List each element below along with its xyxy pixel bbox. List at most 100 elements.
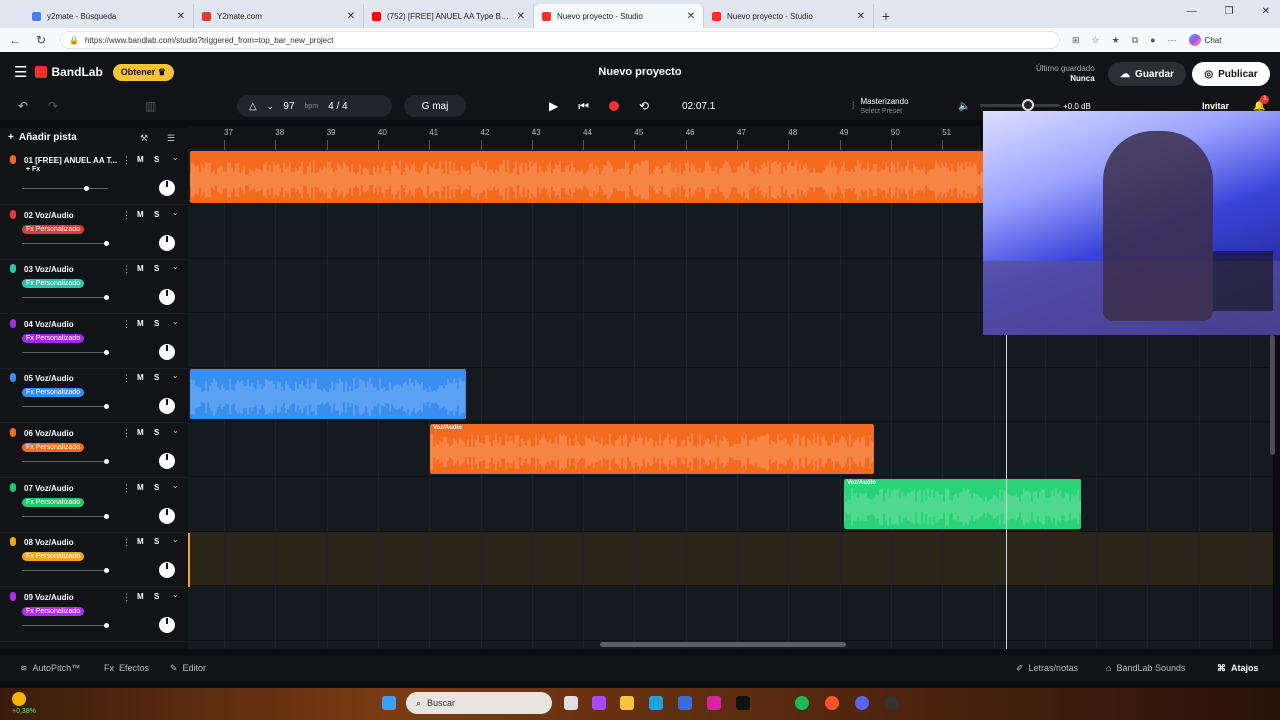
track-volume-slider[interactable]	[22, 513, 109, 519]
pan-knob[interactable]	[159, 616, 175, 633]
add-track-button[interactable]: + Añadir pista	[8, 132, 77, 143]
metronome-icon[interactable]: △	[249, 101, 257, 112]
autopitch-button[interactable]: ≋ AutoPitch™	[20, 663, 80, 674]
track-volume-slider[interactable]	[22, 568, 109, 574]
slider-knob[interactable]	[104, 295, 109, 301]
task-view-icon[interactable]	[564, 696, 578, 710]
chat-button[interactable]: Chat	[1188, 34, 1221, 46]
mute-button[interactable]: M	[137, 319, 144, 328]
browser-tab[interactable]: (752) [FREE] ANUEL AA Type Beat ✕	[364, 4, 534, 28]
slider-knob[interactable]	[104, 622, 109, 628]
track-header[interactable]: 03 Voz/Audio ⋮ M S ⌄ Fx Personalizado	[0, 260, 188, 315]
chevron-down-icon[interactable]: ⌄	[172, 426, 179, 435]
mute-button[interactable]: M	[137, 537, 144, 546]
back-icon[interactable]: ←	[8, 33, 22, 47]
track-header[interactable]: 07 Voz/Audio ⋮ M S ⌄ Fx Personalizado	[0, 479, 188, 533]
track-fx-badge[interactable]: Fx Personalizado	[22, 606, 85, 616]
chevron-down-icon[interactable]: ⌄	[172, 535, 179, 544]
copilot-taskbar-icon[interactable]	[592, 696, 606, 710]
solo-button[interactable]: S	[154, 537, 159, 546]
file-explorer-icon[interactable]	[620, 696, 634, 710]
timeline-ruler[interactable]: 37 38 39 40 41 42 43 44 45 46 47 48 49 50 51	[188, 126, 980, 150]
chevron-down-icon[interactable]: ⌄	[172, 371, 179, 380]
track-header[interactable]: 02 Voz/Audio ⋮ M S ⌄ Fx Personalizado	[0, 206, 188, 260]
solo-button[interactable]: S	[154, 592, 159, 601]
pan-knob[interactable]	[159, 453, 175, 469]
profile-icon[interactable]: ●	[1150, 35, 1155, 45]
record-button[interactable]	[609, 101, 620, 111]
mute-button[interactable]: M	[137, 373, 144, 382]
track-header[interactable]: 05 Voz/Audio ⋮ M S ⌄ Fx Personalizado	[0, 369, 188, 424]
filter-icon[interactable]: ☰	[167, 133, 175, 144]
mastering-selector[interactable]: ⫶ Masterizando Select Preset	[852, 97, 909, 116]
more-options-icon[interactable]: ⋮	[122, 373, 131, 384]
spotify-icon[interactable]	[795, 696, 809, 710]
track-lane[interactable]	[188, 532, 1273, 587]
bpm-value[interactable]: 97	[283, 101, 294, 112]
pan-knob[interactable]	[159, 507, 175, 524]
audio-clip[interactable]: Voz/Audio	[430, 424, 874, 474]
pan-knob[interactable]	[159, 343, 175, 360]
microphone-icon[interactable]	[10, 428, 16, 437]
track-name[interactable]: 06 Voz/Audio	[24, 429, 120, 438]
track-fx-badge[interactable]: Fx Personalizado	[22, 333, 85, 343]
undo-icon[interactable]: ↶	[18, 99, 28, 113]
pan-knob[interactable]	[159, 180, 175, 196]
obtener-button[interactable]: Obtener ♛	[112, 63, 174, 81]
atajos-button[interactable]: ⌘ Atajos	[1217, 663, 1259, 674]
star-icon[interactable]: ☆	[1092, 35, 1100, 46]
mute-button[interactable]: M	[137, 155, 144, 164]
app-icon[interactable]: ⊞	[1072, 35, 1080, 46]
solo-button[interactable]: S	[154, 483, 159, 492]
mute-button[interactable]: M	[137, 264, 144, 273]
track-volume-slider[interactable]	[22, 349, 109, 355]
playhead[interactable]	[1006, 335, 1007, 649]
track-name[interactable]: 05 Voz/Audio	[24, 374, 120, 383]
close-icon[interactable]: ✕	[857, 11, 865, 22]
solo-button[interactable]: S	[154, 428, 159, 437]
track-volume-slider[interactable]	[22, 240, 109, 246]
pan-knob[interactable]	[159, 234, 175, 251]
browser-tab[interactable]: Y2mate.com ✕	[194, 4, 364, 28]
track-header[interactable]: 01 [FREE] ANUEL AA T... ⋮ M S ⌄ + Fx	[0, 151, 188, 205]
track-volume-slider[interactable]	[22, 404, 109, 410]
bandlab-logo[interactable]: BandLab	[35, 65, 103, 79]
menu-icon[interactable]: ☰	[14, 63, 27, 81]
more-options-icon[interactable]: ⋮	[122, 155, 131, 166]
chevron-down-icon[interactable]: ⌄	[172, 208, 179, 217]
reload-icon[interactable]: ↻	[34, 33, 48, 47]
more-options-icon[interactable]: ⋮	[122, 537, 131, 548]
bell-icon[interactable]: 🔔 1	[1253, 94, 1270, 112]
url-field[interactable]: 🔒 https://www.bandlab.com/studio?triggere…	[60, 31, 1060, 49]
pan-knob[interactable]	[159, 398, 175, 415]
track-name[interactable]: 04 Voz/Audio	[24, 320, 120, 329]
maximize-icon[interactable]: ❐	[1225, 6, 1234, 17]
microphone-icon[interactable]	[10, 155, 16, 164]
tempo-pill[interactable]: △ ⌄ 97 bpm 4 / 4	[237, 95, 392, 117]
vertical-scrollbar[interactable]	[1270, 335, 1275, 455]
slider-knob[interactable]	[104, 404, 109, 410]
track-header[interactable]: 08 Voz/Audio ⋮ M S ⌄ Fx Personalizado	[0, 533, 188, 588]
slider-knob[interactable]	[84, 186, 89, 191]
more-options-icon[interactable]: ⋮	[122, 264, 131, 275]
audio-clip[interactable]	[190, 369, 466, 420]
mixer-icon[interactable]: ▥	[145, 99, 156, 113]
microphone-icon[interactable]	[10, 537, 16, 547]
wand-icon[interactable]: ⚒	[140, 133, 148, 144]
close-icon[interactable]: ✕	[517, 11, 525, 22]
slider-knob[interactable]	[104, 459, 109, 464]
master-volume-slider[interactable]	[980, 99, 1060, 111]
browser-tab[interactable]: y2mate - Búsqueda ✕	[24, 4, 194, 28]
loop-icon[interactable]: ⟲	[639, 99, 649, 113]
browser-tab[interactable]: Nuevo proyecto - Studio ✕	[704, 4, 874, 28]
close-icon[interactable]: ✕	[687, 11, 695, 22]
solo-button[interactable]: S	[154, 155, 159, 164]
track-fx-badge[interactable]: + Fx	[22, 165, 44, 174]
mute-button[interactable]: M	[137, 483, 144, 492]
skip-back-icon[interactable]: ⏮	[578, 99, 589, 114]
track-lane[interactable]	[188, 587, 1273, 641]
mute-button[interactable]: M	[137, 210, 144, 219]
invitar-button[interactable]: Invitar	[1202, 101, 1229, 111]
more-options-icon[interactable]: ⋮	[122, 483, 131, 494]
close-window-icon[interactable]: ✕	[1262, 6, 1270, 17]
